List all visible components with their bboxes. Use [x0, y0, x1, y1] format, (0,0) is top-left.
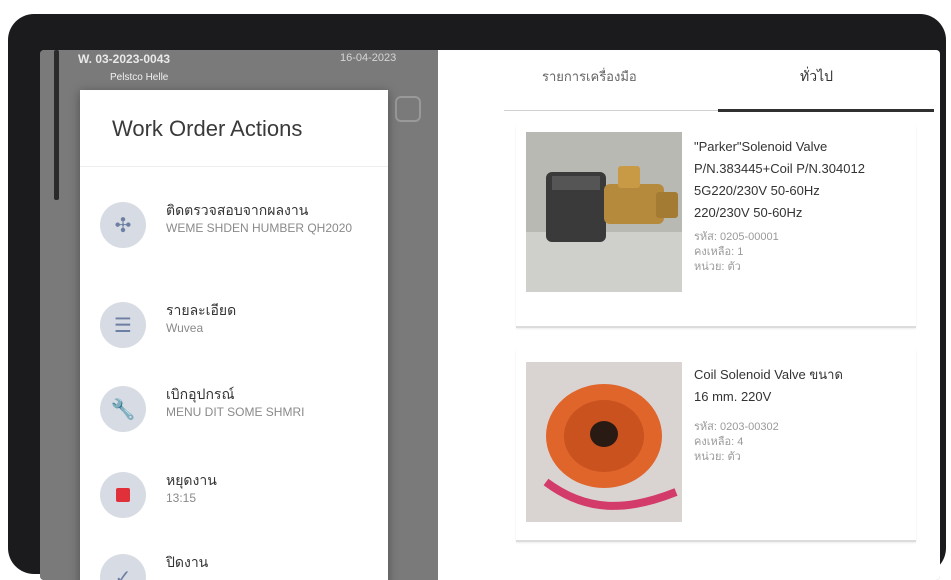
action-item-withdraw-parts[interactable]: 🔧 เบิกอุปกรณ์ MENU DIT SOME SHMRI — [80, 374, 388, 450]
action-title: ปิดงาน — [166, 554, 209, 570]
tools-icon: ✣ — [100, 202, 146, 248]
product-card[interactable]: Coil Solenoid Valve ขนาด 16 mm. 220V รหั… — [516, 350, 916, 542]
action-title: ติดตรวจสอบจากผลงาน — [166, 202, 309, 218]
product-panel: รายการเครื่องมือ ทั่วไป "Parker"Solenoid… — [438, 50, 940, 580]
action-item-close-work[interactable]: ✓ ปิดงาน — [80, 542, 388, 580]
action-subtitle: Wuvea — [166, 321, 204, 335]
tablet-screen: W. 03-2023-0043 Pelstco Helle 16-04-2023… — [40, 50, 940, 580]
product-name: Coil Solenoid Valve ขนาด 16 mm. 220V — [694, 367, 843, 404]
action-item-inspection[interactable]: ✣ ติดตรวจสอบจากผลงาน WEME SHDEN HUMBER Q… — [80, 190, 388, 266]
tablet-frame: W. 03-2023-0043 Pelstco Helle 16-04-2023… — [8, 14, 946, 580]
sheet-title: Work Order Actions — [112, 116, 303, 141]
work-order-date: 16-04-2023 — [340, 52, 397, 64]
product-image-solenoid-valve — [526, 132, 682, 292]
product-image-coil — [526, 362, 682, 522]
action-item-pause-work[interactable]: หยุดงาน 13:15 — [80, 460, 388, 536]
action-subtitle: 13:15 — [166, 491, 197, 505]
work-order-number: W. 03-2023-0043 — [78, 52, 171, 66]
tab-bar: รายการเครื่องมือ ทั่วไป — [504, 50, 934, 112]
background-header: W. 03-2023-0043 Pelstco Helle 16-04-2023 — [70, 52, 430, 92]
divider — [80, 166, 388, 167]
product-name: "Parker"Solenoid Valve P/N.383445+Coil P… — [694, 139, 865, 220]
action-subtitle: MENU DIT SOME SHMRI — [166, 405, 305, 419]
scrollbar[interactable] — [54, 50, 59, 200]
action-title: เบิกอุปกรณ์ — [166, 386, 235, 402]
product-card[interactable]: "Parker"Solenoid Valve P/N.383445+Coil P… — [516, 126, 916, 328]
tab-tools[interactable]: รายการเครื่องมือ — [542, 66, 637, 87]
background-action-button — [395, 96, 421, 122]
action-subtitle: WEME SHDEN HUMBER QH2020 — [166, 221, 353, 235]
requester-name: Pelstco Helle — [110, 72, 169, 83]
work-order-actions-sheet: Work Order Actions ✣ ติดตรวจสอบจากผลงาน … — [80, 90, 388, 580]
check-icon: ✓ — [100, 554, 146, 580]
action-title: รายละเอียด — [166, 302, 237, 318]
stop-icon — [100, 472, 146, 518]
action-item-details[interactable]: ☰ รายละเอียด Wuvea — [80, 290, 388, 366]
document-icon: ☰ — [100, 302, 146, 348]
product-meta: รหัส: 0203-00302 คงเหลือ: 4 หน่วย: ตัว — [694, 421, 779, 463]
tab-general[interactable]: ทั่วไป — [800, 66, 833, 88]
product-meta: รหัส: 0205-00001 คงเหลือ: 1 หน่วย: ตัว — [694, 231, 779, 273]
active-tab-indicator — [718, 109, 934, 112]
action-title: หยุดงาน — [166, 472, 217, 488]
wrench-icon: 🔧 — [100, 386, 146, 432]
